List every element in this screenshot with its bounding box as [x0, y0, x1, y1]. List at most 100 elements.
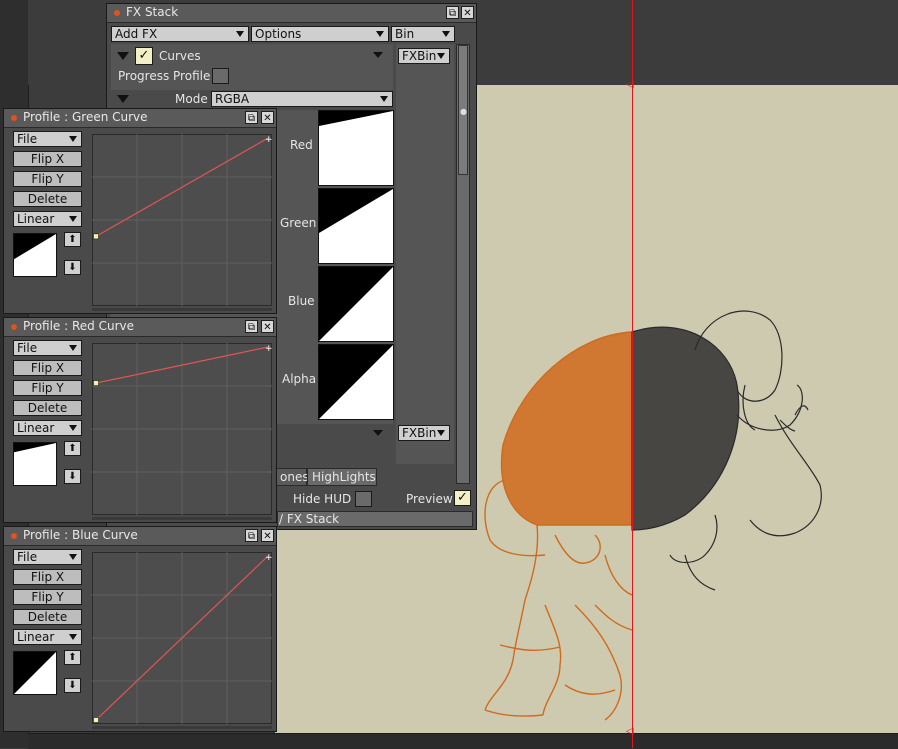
effect-menu-icon[interactable]: [373, 52, 383, 58]
close-icon[interactable]: ✕: [261, 111, 274, 124]
chevron-down-icon: [236, 31, 244, 37]
arrow-up-icon[interactable]: ⬆: [64, 232, 81, 247]
red-curve-thumbnail[interactable]: [318, 110, 394, 186]
curve-point-start: [93, 717, 99, 723]
curve-preview-thumbnail: [13, 651, 57, 695]
curve-graph[interactable]: +: [92, 134, 272, 306]
profile-file-label: File: [17, 550, 38, 564]
bin-dropdown[interactable]: Bin: [391, 26, 455, 42]
effect-enabled-checkbox[interactable]: ✓: [135, 47, 153, 65]
delete-button[interactable]: Delete: [13, 400, 82, 416]
panel-dot-icon: [11, 533, 17, 539]
flip-y-button[interactable]: Flip Y: [13, 380, 82, 396]
blue-curve-thumbnail[interactable]: [318, 266, 394, 342]
profile-titlebar[interactable]: Profile : Green Curve ⧉ ✕: [4, 109, 276, 128]
status-bar: / FX Stack: [277, 511, 473, 527]
profile-file-label: File: [17, 341, 38, 355]
profile-titlebar[interactable]: Profile : Red Curve ⧉ ✕: [4, 318, 276, 337]
arrow-down-icon[interactable]: ⬇: [64, 469, 81, 484]
delete-button[interactable]: Delete: [13, 191, 82, 207]
chevron-down-icon: [380, 96, 388, 102]
collapse-effect-icon[interactable]: [117, 52, 129, 60]
fx-stack-titlebar[interactable]: FX Stack ⧉ ✕: [107, 4, 476, 23]
collapse-mode-icon[interactable]: [117, 95, 129, 103]
profile-panel: Profile : Red Curve ⧉ ✕ File Flip X Flip…: [3, 317, 277, 523]
chevron-down-icon: [69, 136, 77, 142]
profile-panel: Profile : Blue Curve ⧉ ✕ File Flip X Fli…: [3, 526, 277, 732]
interp-dropdown[interactable]: Linear: [13, 629, 82, 645]
alpha-curve-thumbnail[interactable]: [318, 344, 394, 420]
effect-menu-icon-2[interactable]: [373, 430, 383, 436]
flip-x-button[interactable]: Flip X: [13, 569, 82, 585]
panel-dot-icon: [11, 115, 17, 121]
mode-label: Mode: [175, 92, 208, 106]
arrow-up-icon[interactable]: ⬆: [64, 650, 81, 665]
profile-titlebar[interactable]: Profile : Blue Curve ⧉ ✕: [4, 527, 276, 546]
viewer-bottom-band: [28, 733, 898, 749]
curve-graph[interactable]: +: [92, 552, 272, 724]
profile-file-dropdown[interactable]: File: [13, 131, 82, 147]
fxbin-dropdown-bottom[interactable]: FXBin: [398, 425, 450, 441]
profile-title: Profile : Blue Curve: [23, 528, 138, 542]
options-dropdown[interactable]: Options: [251, 26, 389, 42]
curve-point-end: +: [265, 553, 272, 563]
fx-stack-scrollbar[interactable]: ●: [456, 44, 470, 484]
wipe-handle-top-icon[interactable]: ◁: [626, 80, 634, 90]
curve-graph[interactable]: +: [92, 343, 272, 515]
fxbin-dropdown-top[interactable]: FXBin: [398, 48, 450, 64]
profile-file-label: File: [17, 132, 38, 146]
tab-ones[interactable]: ones: [275, 468, 309, 486]
profile-file-dropdown[interactable]: File: [13, 549, 82, 565]
chevron-down-icon: [69, 554, 77, 560]
arrow-down-icon[interactable]: ⬇: [64, 260, 81, 275]
chevron-down-icon: [69, 425, 77, 431]
restore-icon[interactable]: ⧉: [245, 320, 258, 333]
chevron-down-icon: [442, 31, 450, 37]
channel-label-red: Red: [290, 138, 313, 152]
bin-label: Bin: [395, 27, 415, 41]
interp-label: Linear: [17, 421, 55, 435]
preview-label: Preview: [406, 492, 453, 506]
fxbin-label-top: FXBin: [402, 49, 437, 63]
profile-file-dropdown[interactable]: File: [13, 340, 82, 356]
close-icon[interactable]: ✕: [261, 529, 274, 542]
profile-bottom-strip: [92, 517, 272, 520]
mode-dropdown[interactable]: RGBA: [211, 91, 393, 107]
arrow-down-icon[interactable]: ⬇: [64, 678, 81, 693]
close-icon[interactable]: ✕: [461, 6, 474, 19]
profile-title: Profile : Green Curve: [23, 110, 148, 124]
wipe-handle-bottom-icon[interactable]: ◁: [626, 727, 634, 737]
dark-sketch-strokes: [631, 310, 822, 591]
interp-dropdown[interactable]: Linear: [13, 420, 82, 436]
add-fx-label: Add FX: [115, 27, 158, 41]
preview-checkbox[interactable]: ✓: [454, 490, 471, 506]
restore-icon[interactable]: ⧉: [245, 529, 258, 542]
green-curve-thumbnail[interactable]: [318, 188, 394, 264]
add-fx-dropdown[interactable]: Add FX: [111, 26, 249, 42]
scroll-grip-icon: ●: [460, 107, 467, 116]
curve-point-start: [93, 380, 99, 386]
hide-hud-checkbox[interactable]: [355, 491, 372, 507]
restore-icon[interactable]: ⧉: [245, 111, 258, 124]
interp-dropdown[interactable]: Linear: [13, 211, 82, 227]
progress-profile-box[interactable]: [212, 68, 229, 84]
arrow-up-icon[interactable]: ⬆: [64, 441, 81, 456]
chevron-down-icon: [69, 216, 77, 222]
curve-point-start: [93, 233, 99, 240]
options-label: Options: [255, 27, 302, 41]
flip-y-button[interactable]: Flip Y: [13, 171, 82, 187]
profile-title: Profile : Red Curve: [23, 319, 134, 333]
fxbin-label-bottom: FXBin: [402, 426, 437, 440]
panel-dot-icon: [11, 324, 17, 330]
wipe-line[interactable]: [632, 0, 633, 748]
restore-icon[interactable]: ⧉: [446, 6, 459, 19]
flip-x-button[interactable]: Flip X: [13, 360, 82, 376]
close-icon[interactable]: ✕: [261, 320, 274, 333]
interp-label: Linear: [17, 212, 55, 226]
fx-stack-title: FX Stack: [126, 5, 179, 19]
flip-y-button[interactable]: Flip Y: [13, 589, 82, 605]
flip-x-button[interactable]: Flip X: [13, 151, 82, 167]
delete-button[interactable]: Delete: [13, 609, 82, 625]
chevron-down-icon: [437, 53, 445, 59]
tab-highlights[interactable]: HighLights: [307, 468, 377, 486]
